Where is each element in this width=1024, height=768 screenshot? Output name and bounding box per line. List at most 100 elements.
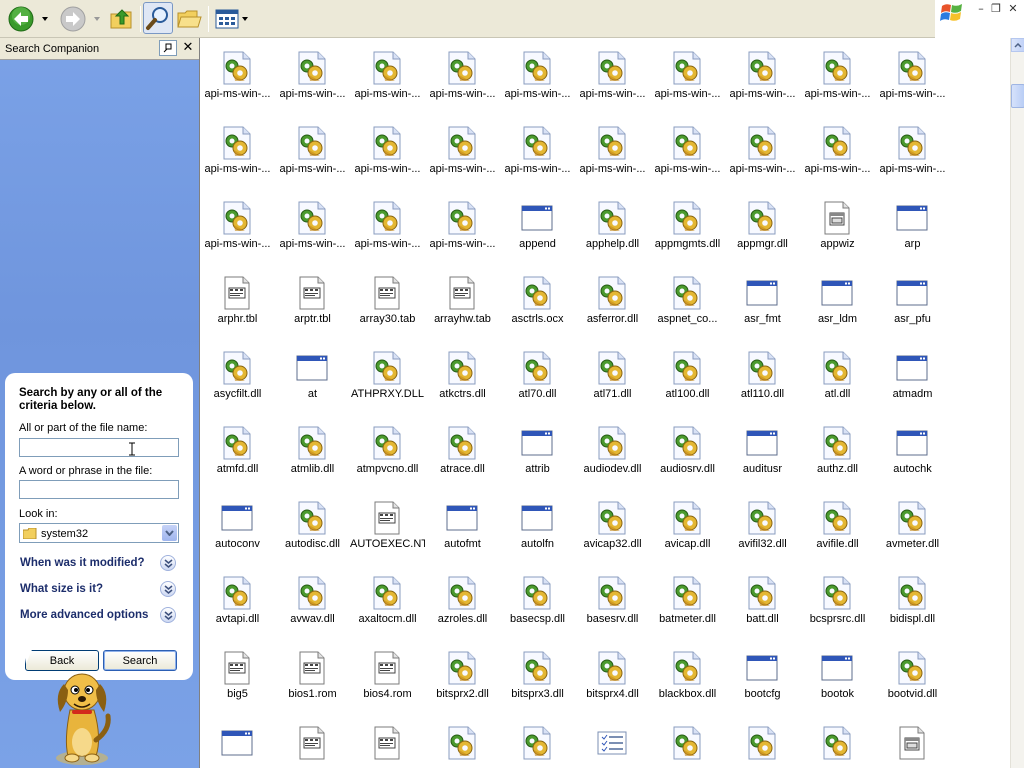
file-item[interactable]: audiosrv.dll — [650, 413, 725, 488]
up-button[interactable] — [109, 6, 135, 32]
file-item[interactable]: big5 — [200, 638, 275, 713]
file-item[interactable]: avwav.dll — [275, 563, 350, 638]
file-item[interactable]: api-ms-win-... — [275, 188, 350, 263]
file-item[interactable]: axaltocm.dll — [350, 563, 425, 638]
file-item[interactable]: autochk — [875, 413, 950, 488]
file-item[interactable]: arp — [875, 188, 950, 263]
back-button[interactable] — [8, 6, 34, 32]
file-item[interactable]: appmgr.dll — [725, 188, 800, 263]
file-item[interactable]: api-ms-win-... — [500, 113, 575, 188]
file-item[interactable]: appwiz — [800, 188, 875, 263]
file-item[interactable]: atmadm — [875, 338, 950, 413]
file-item[interactable] — [575, 713, 650, 768]
file-item[interactable]: api-ms-win-... — [650, 38, 725, 113]
forward-dropdown-arrow[interactable] — [94, 17, 100, 21]
close-pane-button[interactable]: ✕ — [181, 39, 195, 55]
file-item[interactable]: api-ms-win-... — [500, 38, 575, 113]
file-item[interactable]: bios4.rom — [350, 638, 425, 713]
size-option[interactable]: What size is it? — [20, 581, 176, 599]
file-item[interactable]: atmlib.dll — [275, 413, 350, 488]
file-item[interactable]: autoconv — [200, 488, 275, 563]
scroll-up-button[interactable] — [1011, 38, 1024, 52]
file-item[interactable] — [200, 713, 275, 768]
file-item[interactable]: attrib — [500, 413, 575, 488]
file-item[interactable]: bcsprsrc.dll — [800, 563, 875, 638]
file-item[interactable] — [275, 713, 350, 768]
file-item[interactable]: api-ms-win-... — [650, 113, 725, 188]
file-item[interactable]: ATHPRXY.DLL — [350, 338, 425, 413]
file-item[interactable]: api-ms-win-... — [875, 113, 950, 188]
file-item[interactable]: asycfilt.dll — [200, 338, 275, 413]
file-item[interactable]: api-ms-win-... — [200, 188, 275, 263]
vertical-scrollbar[interactable] — [1010, 38, 1024, 768]
forward-button[interactable] — [60, 6, 86, 32]
expand-advanced-button[interactable] — [160, 607, 176, 623]
file-item[interactable]: api-ms-win-... — [425, 188, 500, 263]
file-item[interactable]: atkctrs.dll — [425, 338, 500, 413]
file-item[interactable]: autodisc.dll — [275, 488, 350, 563]
file-item[interactable]: bootok — [800, 638, 875, 713]
file-item[interactable]: arphr.tbl — [200, 263, 275, 338]
back-dropdown-arrow[interactable] — [42, 17, 48, 21]
filename-input[interactable] — [19, 438, 179, 457]
views-button[interactable] — [214, 8, 240, 30]
file-item[interactable]: bitsprx3.dll — [500, 638, 575, 713]
file-item[interactable]: apphelp.dll — [575, 188, 650, 263]
file-item[interactable]: avicap32.dll — [575, 488, 650, 563]
file-item[interactable]: asctrls.ocx — [500, 263, 575, 338]
phrase-input[interactable] — [19, 480, 179, 499]
file-item[interactable]: asr_fmt — [725, 263, 800, 338]
file-item[interactable]: bidispl.dll — [875, 563, 950, 638]
file-item[interactable]: auditusr — [725, 413, 800, 488]
file-item[interactable]: atl.dll — [800, 338, 875, 413]
file-item[interactable]: asr_ldm — [800, 263, 875, 338]
file-item[interactable]: api-ms-win-... — [425, 113, 500, 188]
lookin-dropdown-button[interactable] — [162, 525, 177, 541]
lookin-select[interactable]: system32 — [19, 523, 179, 543]
file-item[interactable] — [875, 713, 950, 768]
file-item[interactable]: autofmt — [425, 488, 500, 563]
file-item[interactable]: azroles.dll — [425, 563, 500, 638]
file-item[interactable]: bitsprx2.dll — [425, 638, 500, 713]
file-item[interactable]: bootcfg — [725, 638, 800, 713]
restore-icon[interactable]: ❐ — [990, 3, 1002, 15]
close-window-icon[interactable]: ✕ — [1007, 3, 1019, 15]
file-item[interactable]: authz.dll — [800, 413, 875, 488]
file-item[interactable]: api-ms-win-... — [725, 113, 800, 188]
file-item[interactable]: autolfn — [500, 488, 575, 563]
file-item[interactable]: atl71.dll — [575, 338, 650, 413]
file-item[interactable]: avifile.dll — [800, 488, 875, 563]
file-item[interactable]: atrace.dll — [425, 413, 500, 488]
search-dog-icon[interactable] — [48, 650, 118, 768]
file-item[interactable]: bitsprx4.dll — [575, 638, 650, 713]
file-item[interactable]: api-ms-win-... — [350, 38, 425, 113]
file-item[interactable]: api-ms-win-... — [575, 113, 650, 188]
file-item[interactable]: basesrv.dll — [575, 563, 650, 638]
file-item[interactable]: atmpvcno.dll — [350, 413, 425, 488]
minimize-icon[interactable]: – — [975, 3, 987, 15]
file-item[interactable] — [500, 713, 575, 768]
file-item[interactable]: arptr.tbl — [275, 263, 350, 338]
file-item[interactable]: append — [500, 188, 575, 263]
file-item[interactable]: api-ms-win-... — [350, 188, 425, 263]
file-item[interactable]: api-ms-win-... — [800, 113, 875, 188]
file-item[interactable]: atl100.dll — [650, 338, 725, 413]
file-item[interactable]: api-ms-win-... — [725, 38, 800, 113]
folders-button[interactable] — [176, 6, 204, 32]
file-item[interactable] — [650, 713, 725, 768]
file-item[interactable]: api-ms-win-... — [800, 38, 875, 113]
file-item[interactable]: arrayhw.tab — [425, 263, 500, 338]
file-item[interactable]: blackbox.dll — [650, 638, 725, 713]
file-item[interactable]: api-ms-win-... — [350, 113, 425, 188]
pin-button[interactable] — [159, 40, 177, 56]
advanced-option[interactable]: More advanced options — [20, 607, 176, 625]
file-item[interactable]: avmeter.dll — [875, 488, 950, 563]
file-item[interactable]: batt.dll — [725, 563, 800, 638]
file-item[interactable]: at — [275, 338, 350, 413]
file-item[interactable]: AUTOEXEC.NT — [350, 488, 425, 563]
file-item[interactable]: array30.tab — [350, 263, 425, 338]
file-item[interactable]: basecsp.dll — [500, 563, 575, 638]
file-item[interactable] — [350, 713, 425, 768]
expand-size-button[interactable] — [160, 581, 176, 597]
file-item[interactable]: avifil32.dll — [725, 488, 800, 563]
